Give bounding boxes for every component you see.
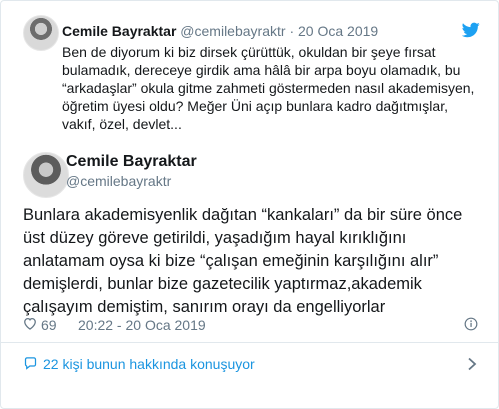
heart-icon[interactable] (23, 317, 37, 330)
author-name[interactable]: Cemile Bayraktar (66, 153, 197, 171)
tweet-timestamp[interactable]: 20:22 - 20 Oca 2019 (78, 317, 206, 333)
tweet-embed-card: Cemile Bayraktar @cemilebayraktr · 20 Oc… (0, 0, 499, 409)
separator-dot: · (289, 23, 295, 39)
twitter-bird-icon[interactable] (462, 22, 480, 38)
tweet-text: Bunlara akademisyenlik dağıtan “kankalar… (23, 206, 463, 316)
quoted-tweet-date[interactable]: 20 Oca 2019 (298, 23, 378, 39)
conversation-link[interactable]: 22 kişi bunun hakkında konuşuyor (23, 353, 478, 375)
speech-bubble-icon (24, 357, 37, 370)
quoted-tweet[interactable]: Cemile Bayraktar @cemilebayraktr · 20 Oc… (23, 15, 480, 141)
quoted-tweet-text: Ben de diyorum ki biz dirsek çürüttük, o… (62, 44, 475, 132)
quoted-author-handle[interactable]: @cemilebayraktr (180, 23, 285, 39)
divider (1, 342, 498, 343)
author-handle[interactable]: @cemilebayraktr (66, 173, 171, 189)
quoted-author-name[interactable]: Cemile Bayraktar (62, 23, 176, 39)
quoted-tweet-header: Cemile Bayraktar @cemilebayraktr · 20 Oc… (62, 23, 378, 39)
like-count[interactable]: 69 (41, 317, 57, 333)
author-avatar[interactable] (23, 152, 69, 198)
conversation-label[interactable]: 22 kişi bunun hakkında konuşuyor (43, 356, 255, 372)
chevron-right-icon[interactable] (466, 357, 478, 371)
info-icon[interactable] (464, 317, 478, 331)
avatar[interactable] (23, 15, 59, 51)
tweet-meta: 69 20:22 - 20 Oca 2019 (23, 315, 478, 335)
